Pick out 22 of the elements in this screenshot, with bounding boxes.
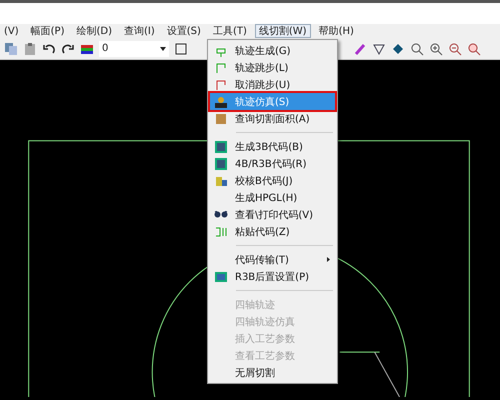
menu-option[interactable]: 轨迹生成(G) [210,42,335,59]
menu-option[interactable]: 粘贴代码(Z) [210,223,335,240]
menu-option[interactable]: 生成HPGL(H) [210,189,335,206]
menu-option[interactable]: 查询切割面积(A) [210,110,335,127]
menu-option[interactable]: 生成3B代码(B) [210,138,335,155]
menu-option[interactable]: 代码传输(T) [210,251,335,268]
menu-item[interactable]: 线切割(W) [254,24,311,38]
menu-option[interactable]: 轨迹跳步(L) [210,59,335,76]
menu-item[interactable]: 帮助(H) [314,24,358,38]
menu-option[interactable]: 4B/R3B代码(R) [210,155,335,172]
menu-item[interactable]: 设置(S) [162,24,205,38]
menu-item[interactable]: (V) [0,24,23,38]
menu-option[interactable]: 取消跳步(U) [210,76,335,93]
menu-item[interactable]: 工具(T) [208,24,251,38]
menu-option[interactable]: 校核B代码(J) [210,172,335,189]
menu-option[interactable]: R3B后置设置(P) [210,268,335,285]
menu-item[interactable]: 幅面(P) [26,24,68,38]
menu-option[interactable]: 无屑切割 [210,364,335,381]
menu-item[interactable]: 绘制(D) [72,24,116,38]
menu-item[interactable]: 查询(I) [120,24,159,38]
menu-option[interactable]: 查看\打印代码(V) [210,206,335,223]
layer-dropdown[interactable]: 0 [99,40,169,57]
